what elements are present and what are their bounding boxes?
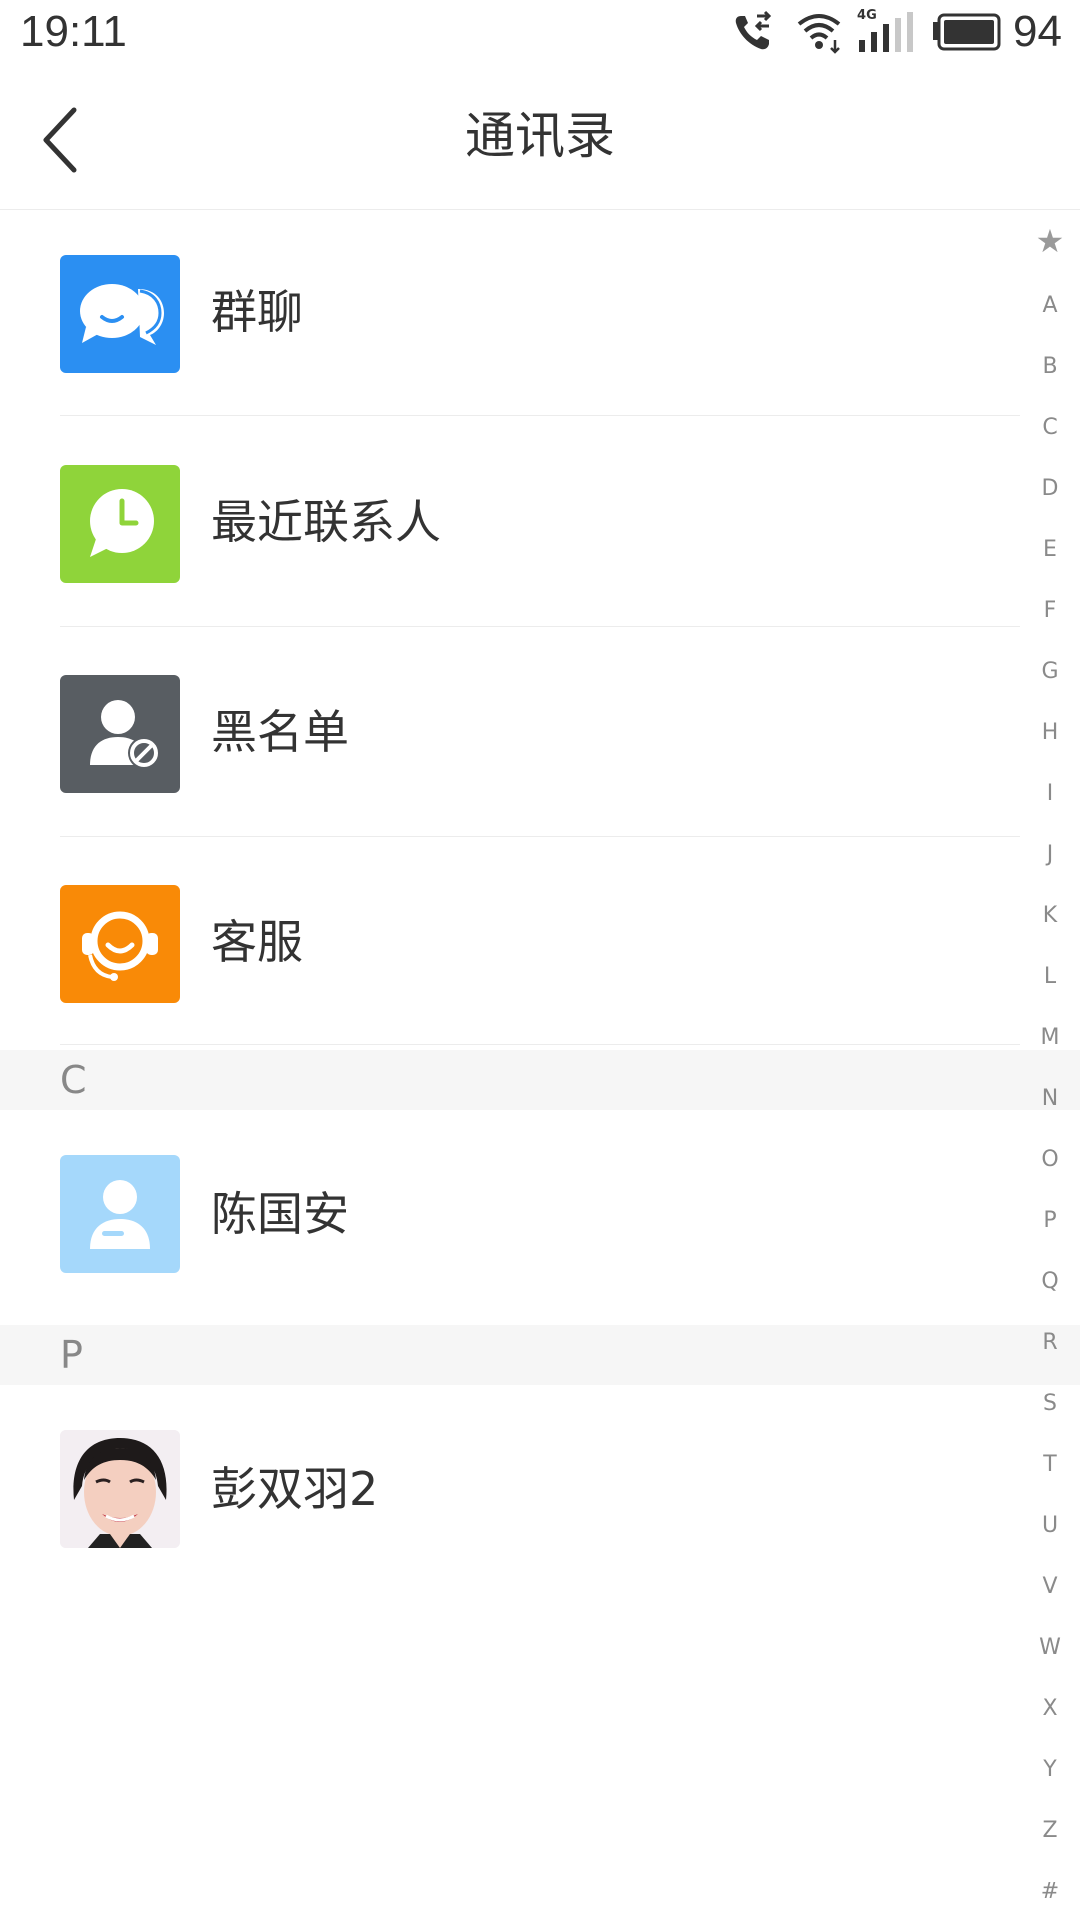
status-icons: 4G 94	[731, 8, 1062, 56]
battery-percent: 94	[1013, 7, 1062, 56]
menu-item-label: 黑名单	[211, 705, 349, 759]
recent-clock-icon	[60, 465, 180, 583]
menu-item-customer-service[interactable]: 客服	[0, 837, 1080, 1047]
index-letter[interactable]: U	[1020, 1511, 1080, 1541]
index-letter[interactable]: S	[1020, 1389, 1080, 1419]
menu-item-blacklist[interactable]: 黑名单	[0, 627, 1080, 837]
index-letter[interactable]: L	[1020, 962, 1080, 992]
divider	[60, 1044, 1020, 1045]
section-letter: C	[60, 1058, 87, 1102]
index-letter[interactable]: R	[1020, 1328, 1080, 1358]
blocked-user-icon	[60, 675, 180, 793]
index-letter[interactable]: T	[1020, 1450, 1080, 1480]
cellular-signal-icon: 4G	[857, 8, 914, 54]
contact-row[interactable]: 彭双羽2	[0, 1385, 1080, 1595]
menu-item-label: 群聊	[211, 285, 303, 339]
index-letter[interactable]: F	[1020, 596, 1080, 626]
index-letter[interactable]: G	[1020, 657, 1080, 687]
contact-name: 陈国安	[211, 1187, 349, 1241]
menu-item-label: 最近联系人	[211, 495, 441, 549]
contact-row[interactable]: 陈国安	[0, 1110, 1080, 1325]
title-bar: 通讯录	[0, 64, 1080, 210]
battery-icon	[933, 12, 1001, 52]
section-header-c: C	[0, 1050, 1080, 1110]
index-letter[interactable]: J	[1020, 840, 1080, 870]
index-letter[interactable]: V	[1020, 1572, 1080, 1602]
divider	[60, 415, 1020, 416]
photo-avatar	[60, 1430, 180, 1548]
index-letter[interactable]: O	[1020, 1145, 1080, 1175]
index-letter[interactable]: B	[1020, 352, 1080, 382]
index-letter[interactable]: D	[1020, 474, 1080, 504]
section-header-p: P	[0, 1325, 1080, 1385]
status-bar: 19:11 4G 94	[0, 0, 1080, 64]
index-letter[interactable]: Z	[1020, 1816, 1080, 1846]
index-letter[interactable]: E	[1020, 535, 1080, 565]
index-star-icon[interactable]: ★	[1020, 225, 1080, 257]
index-letter[interactable]: W	[1020, 1633, 1080, 1663]
index-letter[interactable]: Q	[1020, 1267, 1080, 1297]
index-letter[interactable]: M	[1020, 1023, 1080, 1053]
section-letter: P	[60, 1333, 83, 1377]
index-letter[interactable]: C	[1020, 413, 1080, 443]
index-letter[interactable]: N	[1020, 1084, 1080, 1114]
index-letter[interactable]: A	[1020, 291, 1080, 321]
index-letter[interactable]: #	[1020, 1877, 1080, 1907]
menu-item-label: 客服	[211, 915, 303, 969]
call-forwarding-icon	[731, 10, 775, 54]
menu-item-group-chat[interactable]: 群聊	[0, 210, 1080, 416]
wifi-icon	[795, 10, 843, 54]
index-letter[interactable]: I	[1020, 779, 1080, 809]
contact-name: 彭双羽2	[211, 1462, 379, 1516]
index-letter[interactable]: Y	[1020, 1755, 1080, 1785]
index-letter[interactable]: H	[1020, 718, 1080, 748]
index-letter[interactable]: K	[1020, 901, 1080, 931]
customer-service-icon	[60, 885, 180, 1003]
index-letter[interactable]: P	[1020, 1206, 1080, 1236]
default-avatar-icon	[60, 1155, 180, 1273]
index-letter[interactable]: X	[1020, 1694, 1080, 1724]
status-time: 19:11	[20, 7, 127, 56]
menu-item-recent-contacts[interactable]: 最近联系人	[0, 417, 1080, 627]
page-title: 通讯录	[465, 107, 615, 165]
alphabet-index-bar[interactable]: ★ A B C D E F G H I J K L M N O P Q R S T U V W X Y Z #	[1020, 225, 1080, 1920]
group-chat-icon	[60, 255, 180, 373]
